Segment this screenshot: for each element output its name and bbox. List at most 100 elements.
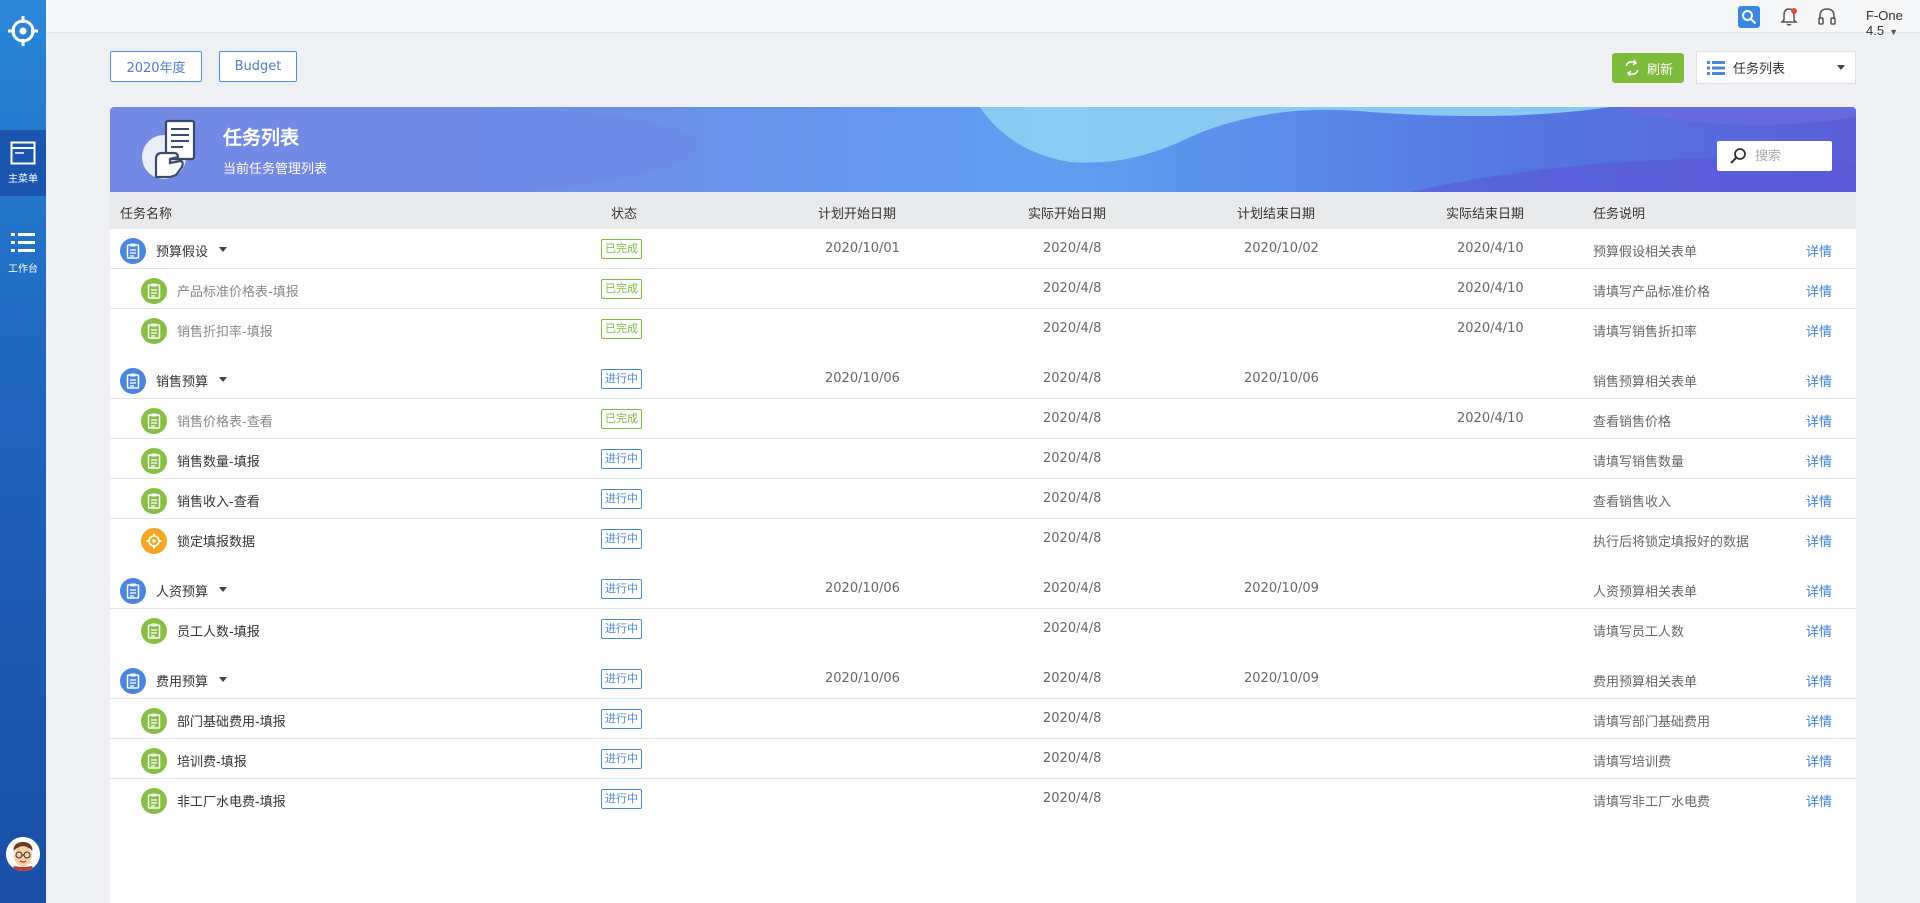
task-document-icon xyxy=(140,117,202,183)
page-title: 任务列表 xyxy=(223,127,300,149)
status-badge: 已完成 xyxy=(601,409,642,429)
chevron-down-icon[interactable] xyxy=(218,587,227,592)
group-row: 费用预算 进行中 2020/10/06 2020/4/8 2020/10/09 费用预算相… xyxy=(110,659,1856,699)
sidebar-item-workbench[interactable]: 工作台 xyxy=(0,220,46,286)
task-name[interactable]: 销售数量-填报 xyxy=(177,451,260,470)
column-header-actual-start: 实际开始日期 xyxy=(1028,207,1107,222)
search-icon[interactable] xyxy=(1738,6,1760,28)
detail-link[interactable]: 详情 xyxy=(1806,411,1832,430)
plan-end-date: 2020/10/06 xyxy=(1244,371,1319,386)
table-row: 锁定填报数据 进行中 2020/4/8 执行后将锁定填报好的数据 详情 xyxy=(110,519,1856,559)
table-row: 销售折扣率-填报 已完成 2020/4/8 2020/4/10 请填写销售折扣率 详情 xyxy=(110,309,1856,349)
scenario-filter-button[interactable]: Budget xyxy=(219,51,297,82)
actual-start-date: 2020/4/8 xyxy=(1043,621,1102,636)
app-logo-icon[interactable] xyxy=(4,8,42,54)
task-name[interactable]: 员工人数-填报 xyxy=(177,621,260,640)
top-bar: F-One 4.5 ▼ xyxy=(46,0,1920,38)
status-badge: 进行中 xyxy=(601,369,642,389)
detail-link[interactable]: 详情 xyxy=(1806,281,1832,300)
task-group: 人资预算 进行中 2020/10/06 2020/4/8 2020/10/09 人资预算相… xyxy=(110,569,1856,649)
group-row: 预算假设 已完成 2020/10/01 2020/4/8 2020/10/02 2020/… xyxy=(110,229,1856,269)
task-name[interactable]: 销售预算 xyxy=(156,371,208,390)
table-row: 销售数量-填报 进行中 2020/4/8 请填写销售数量 详情 xyxy=(110,439,1856,479)
detail-link[interactable]: 详情 xyxy=(1806,451,1832,470)
table-row: 产品标准价格表-填报 已完成 2020/4/8 2020/4/10 请填写产品标准价格 详… xyxy=(110,269,1856,309)
page-subtitle: 当前任务管理列表 xyxy=(223,162,328,177)
year-filter-button[interactable]: 2020年度 xyxy=(110,51,202,82)
table-row: 销售价格表-查看 已完成 2020/4/8 2020/4/10 查看销售价格 详情 xyxy=(110,399,1856,439)
task-name[interactable]: 锁定填报数据 xyxy=(177,531,255,550)
task-group: 费用预算 进行中 2020/10/06 2020/4/8 2020/10/09 费用预算相… xyxy=(110,659,1856,819)
detail-link[interactable]: 详情 xyxy=(1806,241,1832,260)
task-description: 查看销售价格 xyxy=(1593,415,1672,430)
task-description: 请填写销售数量 xyxy=(1593,455,1685,470)
actual-end-date: 2020/4/10 xyxy=(1457,281,1524,296)
status-badge: 进行中 xyxy=(601,529,642,549)
actual-end-date: 2020/4/10 xyxy=(1457,321,1524,336)
status-badge: 已完成 xyxy=(601,279,642,299)
table-row: 培训费-填报 进行中 2020/4/8 请填写培训费 详情 xyxy=(110,739,1856,779)
column-header-description: 任务说明 xyxy=(1593,207,1646,222)
detail-link[interactable]: 详情 xyxy=(1806,621,1832,640)
actual-start-date: 2020/4/8 xyxy=(1043,671,1102,686)
detail-link[interactable]: 详情 xyxy=(1806,371,1832,390)
plan-end-date: 2020/10/09 xyxy=(1244,671,1319,686)
form-document-icon xyxy=(141,448,167,474)
search-input[interactable] xyxy=(1755,148,1825,164)
status-badge: 进行中 xyxy=(601,489,642,509)
detail-link[interactable]: 详情 xyxy=(1806,671,1832,690)
user-menu[interactable]: F-One 4.5 ▼ xyxy=(1866,8,1920,38)
status-badge: 进行中 xyxy=(601,449,642,469)
chevron-down-icon[interactable] xyxy=(218,377,227,382)
plan-start-date: 2020/10/06 xyxy=(825,581,900,596)
chevron-down-icon[interactable] xyxy=(218,677,227,682)
actual-start-date: 2020/4/8 xyxy=(1043,371,1102,386)
detail-link[interactable]: 详情 xyxy=(1806,321,1832,340)
task-description: 请填写销售折扣率 xyxy=(1593,325,1698,340)
window-icon xyxy=(10,141,36,165)
status-badge: 已完成 xyxy=(601,319,642,339)
detail-link[interactable]: 详情 xyxy=(1806,791,1832,810)
detail-link[interactable]: 详情 xyxy=(1806,711,1832,730)
detail-link[interactable]: 详情 xyxy=(1806,531,1832,550)
task-search[interactable] xyxy=(1717,141,1832,171)
refresh-button[interactable]: 刷新 xyxy=(1612,53,1684,83)
panel-banner: 任务列表 当前任务管理列表 xyxy=(110,107,1856,192)
bell-icon[interactable] xyxy=(1778,6,1800,28)
task-description: 人资预算相关表单 xyxy=(1593,585,1698,600)
task-name[interactable]: 人资预算 xyxy=(156,581,208,600)
status-badge: 进行中 xyxy=(601,619,642,639)
task-name[interactable]: 销售折扣率-填报 xyxy=(177,321,273,340)
task-name[interactable]: 产品标准价格表-填报 xyxy=(177,281,299,300)
task-list-panel: 任务列表 当前任务管理列表 任务名称 状态 计划开始日期 实际开始日期 计划结束… xyxy=(110,107,1856,903)
task-name[interactable]: 部门基础费用-填报 xyxy=(177,711,286,730)
task-name[interactable]: 销售收入-查看 xyxy=(177,491,260,510)
task-name[interactable]: 预算假设 xyxy=(156,241,208,260)
actual-start-date: 2020/4/8 xyxy=(1043,281,1102,296)
task-description: 请填写产品标准价格 xyxy=(1593,285,1711,300)
task-description: 销售预算相关表单 xyxy=(1593,375,1698,390)
actual-start-date: 2020/4/8 xyxy=(1043,411,1102,426)
user-avatar[interactable] xyxy=(6,837,40,871)
refresh-icon xyxy=(1625,59,1639,77)
detail-link[interactable]: 详情 xyxy=(1806,581,1832,600)
detail-link[interactable]: 详情 xyxy=(1806,491,1832,510)
task-description: 请填写部门基础费用 xyxy=(1593,715,1711,730)
folder-document-icon xyxy=(120,578,146,604)
view-select-value: 任务列表 xyxy=(1733,62,1786,77)
actual-end-date: 2020/4/10 xyxy=(1457,241,1524,256)
group-row: 销售预算 进行中 2020/10/06 2020/4/8 2020/10/06 销售预算相… xyxy=(110,359,1856,399)
task-name[interactable]: 销售价格表-查看 xyxy=(177,411,273,430)
headset-icon[interactable] xyxy=(1816,6,1838,28)
view-select[interactable]: 任务列表 xyxy=(1696,51,1856,84)
sidebar-item-main-menu[interactable]: 主菜单 xyxy=(0,130,46,196)
task-name[interactable]: 培训费-填报 xyxy=(177,751,247,770)
detail-link[interactable]: 详情 xyxy=(1806,751,1832,770)
actual-start-date: 2020/4/8 xyxy=(1043,711,1102,726)
group-row: 人资预算 进行中 2020/10/06 2020/4/8 2020/10/09 人资预算相… xyxy=(110,569,1856,609)
table-header: 任务名称 状态 计划开始日期 实际开始日期 计划结束日期 实际结束日期 任务说明 xyxy=(110,192,1856,229)
actual-start-date: 2020/4/8 xyxy=(1043,241,1102,256)
chevron-down-icon[interactable] xyxy=(218,247,227,252)
task-name[interactable]: 非工厂水电费-填报 xyxy=(177,791,286,810)
task-name[interactable]: 费用预算 xyxy=(156,671,208,690)
